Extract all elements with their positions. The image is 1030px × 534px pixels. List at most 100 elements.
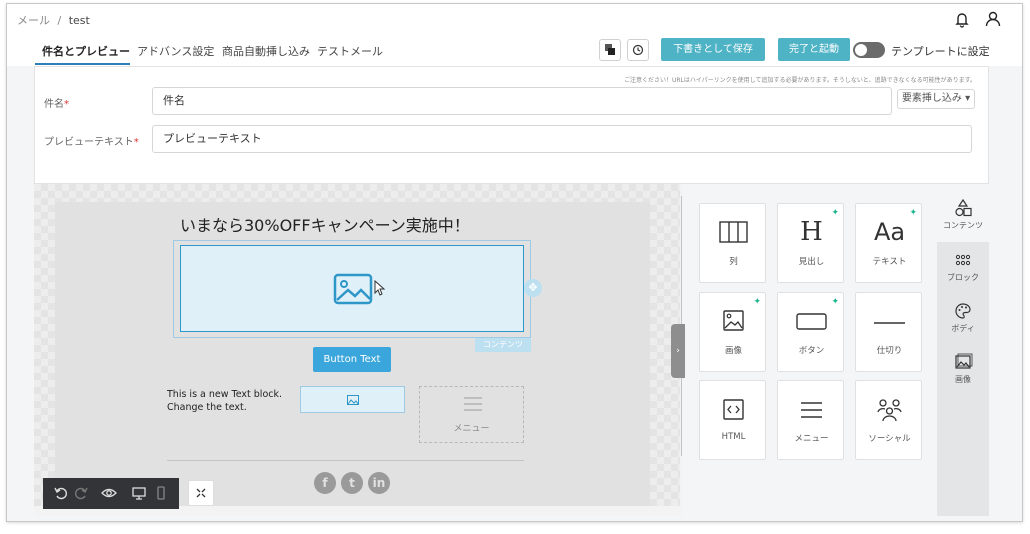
insert-element-dropdown[interactable]: 要素挿し込み ▾ <box>897 89 975 109</box>
expand-icon <box>196 488 206 498</box>
sidebar-item-label: コンテンツ <box>943 221 983 230</box>
social-icon <box>877 399 902 422</box>
divider-icon <box>874 322 905 324</box>
url-notice: ご注意ください！URLはハイパーリンクを使用して追加する必要があります。そうしな… <box>623 77 976 84</box>
active-tab-indicator <box>35 63 130 65</box>
block-card-menu[interactable]: メニュー <box>777 380 844 460</box>
block-card-social[interactable]: ソーシャル <box>855 380 922 460</box>
html-icon <box>723 399 744 420</box>
menu-block-label: メニュー <box>453 424 490 434</box>
tab-test-mail[interactable]: テストメール <box>317 43 383 59</box>
small-image-icon <box>347 395 359 405</box>
block-card-label: HTML <box>721 432 746 442</box>
redo-icon[interactable] <box>73 485 89 501</box>
sidebar-item-label: 画像 <box>955 375 971 384</box>
content-blocks-panel: 列 ✦ H 見出し ✦ Aa テキスト ✦ 画像 ✦ ボタン 仕切り HTML … <box>687 184 937 516</box>
subject-input[interactable]: 件名 <box>152 87 892 115</box>
preview-eye-icon[interactable] <box>101 485 117 501</box>
email-body[interactable]: いまなら30%OFFキャンペーン実施中！ ✥ コンテンツ Button Text… <box>55 202 650 507</box>
block-card-button[interactable]: ✦ ボタン <box>777 292 844 372</box>
undo-icon[interactable] <box>53 485 69 501</box>
linkedin-icon[interactable]: in <box>368 472 390 494</box>
block-card-label: 仕切り <box>876 346 903 356</box>
menu-block[interactable]: メニュー <box>419 386 524 443</box>
content-tag: コンテンツ <box>475 338 531 352</box>
fullscreen-button[interactable] <box>188 480 214 506</box>
block-card-label: 画像 <box>724 346 742 356</box>
twitter-icon[interactable]: t <box>341 472 363 494</box>
preview-text-input[interactable]: プレビューテキスト <box>152 125 972 153</box>
move-handle-icon[interactable]: ✥ <box>524 279 542 297</box>
history-button[interactable] <box>627 39 649 61</box>
breadcrumb-current: test <box>68 14 90 27</box>
template-toggle[interactable] <box>853 42 885 58</box>
menu-icon <box>801 402 822 418</box>
required-mark: * <box>133 137 139 148</box>
menu-lines-icon <box>464 397 482 411</box>
subject-form: ご注意ください！URLはハイパーリンクを使用して追加する必要があります。そうしな… <box>34 66 989 184</box>
tab-advanced-settings[interactable]: アドバンス設定 <box>137 43 214 59</box>
image-block[interactable] <box>180 245 524 332</box>
new-badge-icon: ✦ <box>753 297 761 307</box>
block-card-heading[interactable]: ✦ H 見出し <box>777 203 844 283</box>
shapes-icon <box>955 198 972 217</box>
columns-icon <box>719 221 748 243</box>
block-card-columns[interactable]: 列 <box>699 203 766 283</box>
button-icon <box>796 313 827 330</box>
editor-sidebar: コンテンツ ブロック ボディ 画像 <box>937 184 989 516</box>
block-card-image[interactable]: ✦ 画像 <box>699 292 766 372</box>
sidebar-item-label: ブロック <box>947 273 979 282</box>
block-card-text[interactable]: ✦ Aa テキスト <box>855 203 922 283</box>
desktop-view-icon[interactable] <box>131 485 147 501</box>
copy-button[interactable] <box>599 39 621 61</box>
image-icon <box>723 310 744 331</box>
email-button[interactable]: Button Text <box>313 347 391 372</box>
block-card-label: ボタン <box>798 346 825 356</box>
top-bar: メール / test <box>7 4 1022 34</box>
text-icon: Aa <box>873 218 906 246</box>
user-icon[interactable] <box>983 9 1003 29</box>
tab-product-auto-insert[interactable]: 商品自動挿し込み <box>222 43 310 59</box>
block-card-label: 見出し <box>798 257 825 267</box>
email-text-block[interactable]: This is a new Text block. Change the tex… <box>167 388 297 414</box>
new-badge-icon: ✦ <box>831 297 839 307</box>
breadcrumb-root[interactable]: メール <box>17 14 50 27</box>
email-divider <box>167 460 524 461</box>
tab-subject-preview[interactable]: 件名とプレビュー <box>42 43 130 59</box>
collapse-panel-button[interactable]: › <box>671 324 685 378</box>
new-badge-icon: ✦ <box>831 208 839 218</box>
app-window: メール / test 件名とプレビュー アドバンス設定 商品自動挿し込み テスト… <box>6 3 1023 522</box>
preview-label-text: プレビューテキスト <box>44 137 134 148</box>
subject-label: 件名* <box>44 95 69 110</box>
breadcrumb-separator: / <box>57 14 62 27</box>
mobile-view-icon[interactable] <box>153 485 169 501</box>
save-draft-button[interactable]: 下書きとして保存 <box>661 38 765 61</box>
complete-launch-button[interactable]: 完了と起動 <box>778 38 850 61</box>
email-canvas[interactable]: いまなら30%OFFキャンペーン実施中！ ✥ コンテンツ Button Text… <box>34 184 682 516</box>
sidebar-item-label: ボディ <box>951 324 975 333</box>
tab-row: 件名とプレビュー アドバンス設定 商品自動挿し込み テストメール 下書きとして保… <box>7 34 1022 66</box>
cursor-icon <box>374 280 386 296</box>
facebook-icon[interactable]: f <box>314 472 336 494</box>
insert-element-label: 要素挿し込み <box>901 93 962 104</box>
block-card-html[interactable]: HTML <box>699 380 766 460</box>
preview-label: プレビューテキスト* <box>44 133 139 148</box>
breadcrumb: メール / test <box>17 12 90 28</box>
palette-icon <box>955 303 971 319</box>
block-card-label: テキスト <box>872 257 907 267</box>
new-badge-icon: ✦ <box>909 208 917 218</box>
editor-bottom-toolbar <box>43 478 179 509</box>
block-card-label: メニュー <box>794 434 829 444</box>
toggle-knob <box>855 44 867 56</box>
block-card-divider[interactable]: 仕切り <box>855 292 922 372</box>
template-toggle-label: テンプレートに設定 <box>891 45 990 58</box>
heading-icon: H <box>800 217 823 247</box>
block-card-label: 列 <box>729 257 738 267</box>
required-mark: * <box>64 99 69 110</box>
small-image-block[interactable] <box>300 386 405 413</box>
email-headline[interactable]: いまなら30%OFFキャンペーン実施中！ <box>180 212 470 236</box>
bell-icon[interactable] <box>952 9 972 29</box>
blocks-icon <box>955 254 971 266</box>
subject-label-text: 件名 <box>44 99 64 110</box>
image-placeholder-icon <box>333 273 373 305</box>
